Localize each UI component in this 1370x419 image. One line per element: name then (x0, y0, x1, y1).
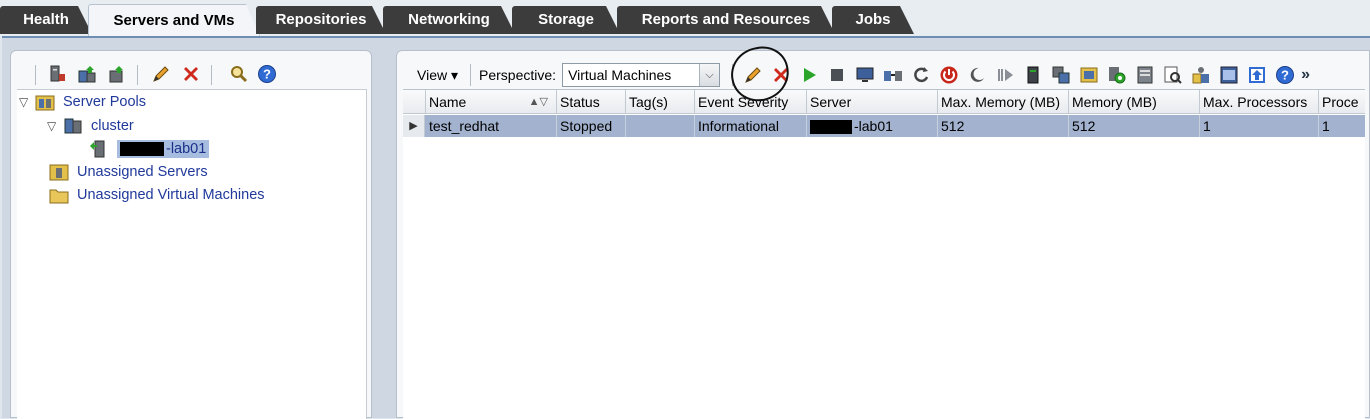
cell-tags (626, 115, 695, 137)
help-icon[interactable]: ? (1274, 64, 1296, 86)
perspective-value: Virtual Machines (568, 67, 672, 83)
toolbar-separator (470, 64, 472, 86)
upload-icon[interactable] (1246, 64, 1268, 86)
tab-servers-and-vms[interactable]: Servers and VMs (88, 4, 260, 36)
tab-health[interactable]: Health (0, 6, 92, 34)
tab-repositories[interactable]: Repositories (256, 6, 386, 34)
toolbar-separator (35, 65, 36, 85)
add-server-icon[interactable] (106, 63, 128, 85)
tree-label-selected: -lab01 (117, 140, 210, 158)
navigation-panel: ? ▽ Server Pools ▽ cluster -lab01 Unassi… (10, 50, 372, 419)
table-header: Name ▲▽ Status Tag(s) Event Severity Ser… (403, 90, 1365, 114)
inspect-icon[interactable] (1162, 64, 1184, 86)
tab-reports-and-resources[interactable]: Reports and Resources (617, 6, 835, 34)
tree-item-server-pools[interactable]: ▽ Server Pools (19, 91, 146, 113)
assemblies-icon[interactable] (1190, 64, 1212, 86)
tree-item-unassigned-servers[interactable]: Unassigned Servers (49, 161, 208, 183)
column-header-memory[interactable]: Memory (MB) (1069, 90, 1200, 114)
tree-label: Server Pools (63, 94, 147, 110)
navigation-tree: ▽ Server Pools ▽ cluster -lab01 Unassign… (17, 89, 367, 419)
vm-server-icon[interactable] (1022, 64, 1044, 86)
server-name-suffix: -lab01 (854, 118, 893, 134)
column-label: Name (429, 94, 467, 110)
column-header-tags[interactable]: Tag(s) (626, 90, 695, 114)
svg-text:?: ? (1281, 68, 1289, 83)
row-expand-triangle-icon[interactable]: ▶ (403, 115, 425, 137)
main-tab-bar: Health Servers and VMs Repositories Netw… (0, 0, 1370, 36)
content-toolbar: View ▾ Perspective: Virtual Machines ⌵ ?… (403, 61, 1365, 89)
redacted-block (120, 142, 164, 157)
server-pool-icon (63, 117, 83, 135)
collapse-triangle-icon[interactable]: ▽ (47, 119, 63, 133)
toolbar-overflow-chevron[interactable]: » (1301, 66, 1310, 84)
search-icon[interactable] (228, 63, 250, 85)
create-server-pool-icon[interactable] (76, 63, 98, 85)
vm-table: Name ▲▽ Status Tag(s) Event Severity Ser… (403, 89, 1365, 419)
table-row[interactable]: ▶ test_redhat Stopped Informational -lab… (403, 115, 1365, 137)
power-off-icon[interactable] (938, 64, 960, 86)
tree-item-unassigned-vms[interactable]: Unassigned Virtual Machines (49, 184, 265, 206)
svg-text:?: ? (263, 67, 271, 82)
tab-networking[interactable]: Networking (383, 6, 515, 34)
chevron-down-icon[interactable]: ⌵ (699, 64, 720, 86)
column-header-max-memory[interactable]: Max. Memory (MB) (938, 90, 1069, 114)
cell-max-processors: 1 (1200, 115, 1319, 137)
perspective-select[interactable]: Virtual Machines ⌵ (562, 63, 721, 87)
tree-label: Unassigned Servers (77, 164, 208, 180)
collapse-triangle-icon[interactable]: ▽ (19, 95, 35, 109)
tab-jobs[interactable]: Jobs (832, 6, 914, 34)
column-header-name[interactable]: Name ▲▽ (426, 90, 557, 114)
server-pools-icon (35, 93, 55, 111)
tab-storage[interactable]: Storage (512, 6, 620, 34)
stop-icon[interactable] (826, 64, 848, 86)
cell-max-memory: 512 (938, 115, 1069, 137)
content-panel: View ▾ Perspective: Virtual Machines ⌵ ?… (396, 50, 1370, 419)
folder-servers-icon (49, 163, 69, 181)
column-header-server[interactable]: Server (807, 90, 938, 114)
column-header-status[interactable]: Status (557, 90, 626, 114)
cell-server: -lab01 (807, 115, 938, 137)
cell-processors: 1 (1322, 118, 1330, 134)
folder-icon (49, 186, 69, 204)
server-discover-icon[interactable] (46, 63, 68, 85)
tree-label: cluster (91, 118, 134, 134)
tree-item-cluster[interactable]: ▽ cluster (47, 115, 134, 137)
server-running-icon (89, 140, 109, 158)
cell-memory: 512 (1069, 115, 1200, 137)
vm-list-icon[interactable] (1134, 64, 1156, 86)
restart-icon[interactable] (910, 64, 932, 86)
edit-pencil-icon[interactable] (150, 63, 172, 85)
console-monitor-icon[interactable] (854, 64, 876, 86)
export-template-icon[interactable] (1078, 64, 1100, 86)
header-row-marker (403, 90, 426, 114)
column-header-max-processors[interactable]: Max. Processors (1200, 90, 1319, 114)
tree-label: Unassigned Virtual Machines (77, 187, 265, 203)
resume-icon[interactable] (994, 64, 1016, 86)
toolbar-separator (137, 65, 138, 85)
redacted-block (810, 120, 852, 135)
navigation-toolbar: ? (11, 59, 371, 89)
clone-vm-icon[interactable] (1050, 64, 1072, 86)
cell-status: Stopped (557, 115, 626, 137)
view-menu[interactable]: View ▾ (417, 67, 458, 84)
delete-x-icon[interactable] (180, 63, 202, 85)
suspend-moon-icon[interactable] (966, 64, 988, 86)
sort-arrows-icon[interactable]: ▲▽ (529, 90, 548, 114)
column-header-processors[interactable]: Proce (1319, 90, 1365, 114)
events-icon[interactable] (1218, 64, 1240, 86)
server-name-suffix: -lab01 (166, 141, 207, 157)
start-play-icon[interactable] (798, 64, 820, 86)
perspective-label: Perspective: (479, 67, 557, 83)
configure-gear-icon[interactable] (1106, 64, 1128, 86)
tree-item-server[interactable]: -lab01 (89, 138, 210, 160)
cell-name: test_redhat (426, 115, 557, 137)
migrate-icon[interactable] (882, 64, 904, 86)
help-icon[interactable]: ? (256, 63, 278, 85)
cell-event-severity: Informational (695, 115, 807, 137)
toolbar-separator (211, 65, 212, 85)
